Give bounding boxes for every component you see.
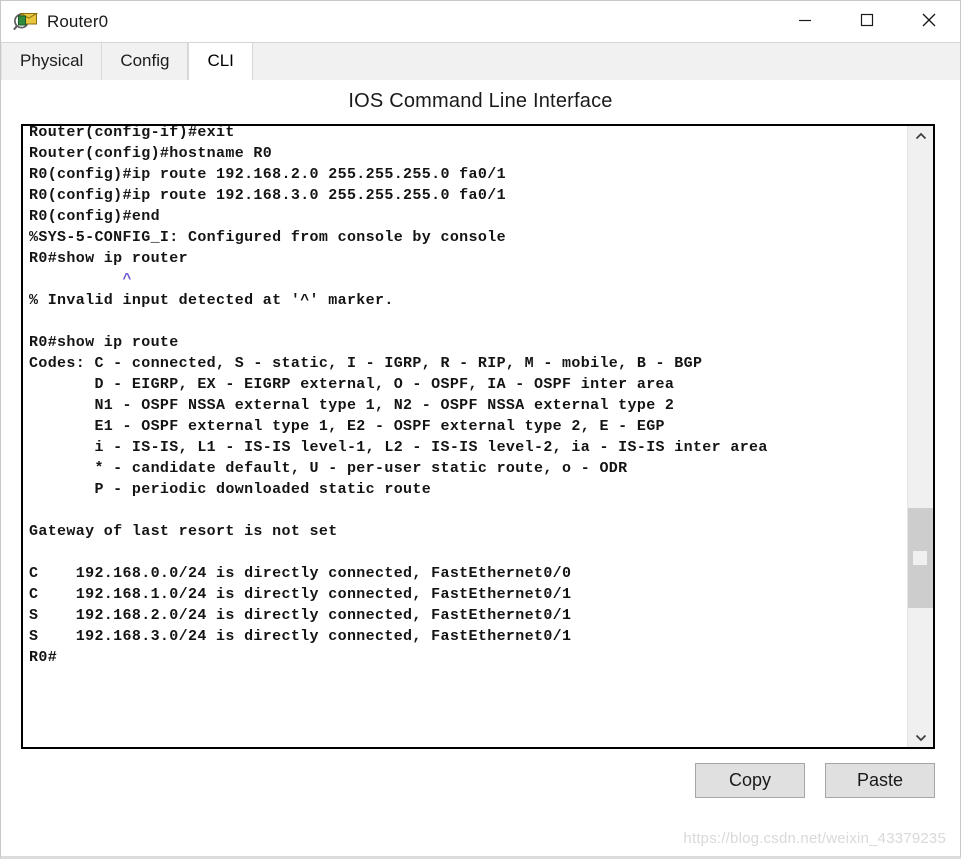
- tab-physical[interactable]: Physical: [1, 42, 103, 80]
- watermark-text: https://blog.csdn.net/weixin_43379235: [683, 830, 946, 847]
- title-bar: Router0: [1, 1, 960, 42]
- footer-area: Copy Paste https://blog.csdn.net/weixin_…: [1, 749, 960, 856]
- router-cli-window: Router0 Physical Config CLI IOS Command …: [0, 0, 961, 859]
- copy-button[interactable]: Copy: [695, 763, 805, 798]
- chevron-up-icon: [915, 132, 927, 141]
- chevron-down-icon: [915, 733, 927, 742]
- page-title: IOS Command Line Interface: [1, 81, 960, 124]
- cli-output-text: Router(config-if)#exit Router(config)#ho…: [29, 126, 768, 666]
- scrollbar-thumb[interactable]: [908, 508, 933, 608]
- cli-output-area[interactable]: Router(config-if)#exit Router(config)#ho…: [23, 126, 907, 747]
- scroll-down-button[interactable]: [908, 727, 933, 747]
- maximize-button[interactable]: [836, 1, 898, 42]
- scroll-up-button[interactable]: [908, 126, 933, 146]
- terminal-scrollbar[interactable]: [907, 126, 933, 747]
- maximize-icon: [860, 13, 874, 30]
- close-button[interactable]: [898, 1, 960, 42]
- tab-cli[interactable]: CLI: [188, 42, 253, 80]
- footer-button-row: Copy Paste: [695, 763, 935, 798]
- paste-button[interactable]: Paste: [825, 763, 935, 798]
- cli-terminal-panel: Router(config-if)#exit Router(config)#ho…: [21, 124, 935, 749]
- close-icon: [921, 12, 937, 31]
- tab-config[interactable]: Config: [102, 42, 189, 80]
- window-controls: [774, 1, 960, 42]
- router-magnifier-icon: [13, 10, 39, 34]
- window-title: Router0: [47, 11, 109, 31]
- tab-strip: Physical Config CLI: [1, 42, 960, 81]
- minimize-icon: [798, 13, 812, 30]
- minimize-button[interactable]: [774, 1, 836, 42]
